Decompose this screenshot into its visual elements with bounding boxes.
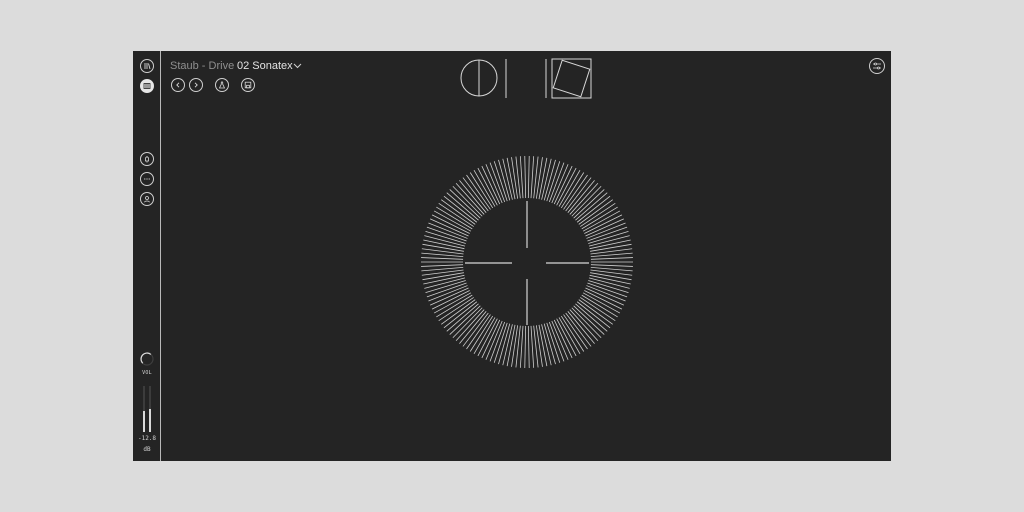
meter-bar-left — [143, 386, 145, 432]
library-icon[interactable] — [140, 59, 154, 73]
visualizer-ray — [527, 325, 530, 368]
visualizer-ray — [590, 243, 632, 252]
split-circle-icon[interactable] — [460, 59, 507, 98]
meter-value: -12.8 — [137, 435, 157, 442]
visualizer-ray — [553, 319, 573, 359]
visualizer-ray — [527, 156, 530, 199]
preset-name[interactable]: 02 Sonatex — [237, 60, 293, 72]
visualizer-ray — [590, 252, 633, 258]
visualizer-ray — [421, 266, 464, 272]
vol-label: VOL — [142, 370, 152, 376]
visualizer-ray — [481, 165, 501, 205]
visualizer-ray — [524, 325, 527, 368]
visualizer-ray — [428, 285, 468, 302]
meter-fill-right — [149, 409, 151, 432]
visualizer-ray — [422, 272, 464, 281]
volume-knob[interactable] — [139, 351, 155, 367]
visualizer-ray — [421, 269, 464, 276]
visualizer-ray — [590, 257, 633, 260]
rotated-square-icon[interactable] — [545, 58, 592, 99]
visualizer-ray — [586, 222, 626, 239]
visualizer-ray — [519, 325, 524, 368]
visualizer-ray — [530, 325, 535, 368]
save-icon[interactable] — [241, 78, 255, 92]
visualizer-ray — [576, 301, 611, 329]
visualizer-rays — [421, 156, 633, 368]
next-arrow-icon[interactable] — [189, 78, 203, 92]
visualizer-ray — [524, 156, 527, 199]
visualizer-ray — [485, 320, 503, 360]
flask-icon[interactable] — [215, 78, 229, 92]
visualizer-ray — [422, 243, 464, 252]
visualizer-ray — [567, 180, 595, 213]
visualizer-ray — [590, 264, 633, 267]
piano-keys-icon[interactable] — [140, 79, 154, 93]
prev-arrow-icon[interactable] — [171, 78, 185, 92]
visualizer-ray — [567, 311, 595, 344]
plugin-title: Staub - Drive — [170, 60, 235, 72]
radial-visualizer — [421, 156, 633, 368]
user-icon[interactable] — [140, 192, 154, 206]
meter-unit: dB — [143, 446, 151, 453]
visualizer-ray — [443, 301, 478, 329]
visualizer-ray — [585, 287, 625, 306]
visualizer-ray — [485, 164, 503, 204]
visualizer-ray — [459, 180, 487, 213]
visualizer-ray — [421, 264, 464, 267]
visualizer-ray — [459, 311, 487, 344]
app-window: VOL -12.8 dB Staub - Drive 02 Sonatex — [133, 51, 891, 461]
visualizer-crosshair — [465, 201, 589, 325]
visualizer-ray — [530, 156, 535, 199]
visualizer-ray — [551, 320, 569, 360]
visualizer-ray — [481, 319, 501, 359]
visualizer-ray — [586, 285, 626, 302]
visualizer-ray — [576, 195, 611, 223]
mode-selector — [460, 58, 592, 99]
visualizer-ray — [590, 272, 632, 281]
visualizer-ray — [551, 164, 569, 204]
visualizer-ray — [590, 266, 633, 272]
volume-level-arc — [140, 352, 152, 364]
bell-icon[interactable] — [140, 152, 154, 166]
sidebar: VOL -12.8 dB — [133, 51, 161, 461]
chevron-down-icon[interactable] — [293, 63, 302, 69]
sliders-icon[interactable] — [869, 58, 885, 74]
visualizer-ray — [421, 257, 464, 260]
visualizer-ray — [429, 218, 469, 237]
visualizer-ray — [428, 222, 468, 239]
visualizer-ray — [421, 248, 464, 255]
visualizer-ray — [585, 218, 625, 237]
visualizer-ray — [590, 248, 633, 255]
visualizer-ray — [443, 195, 478, 223]
visualizer-ray — [590, 269, 633, 276]
meter-fill-left — [143, 411, 145, 432]
visualizer-ray — [519, 156, 524, 199]
more-dots-icon[interactable] — [140, 172, 154, 186]
meter-bar-right — [149, 386, 151, 432]
visualizer-ray — [553, 165, 573, 205]
visualizer-ray — [421, 252, 464, 258]
visualizer-ray — [429, 287, 469, 306]
